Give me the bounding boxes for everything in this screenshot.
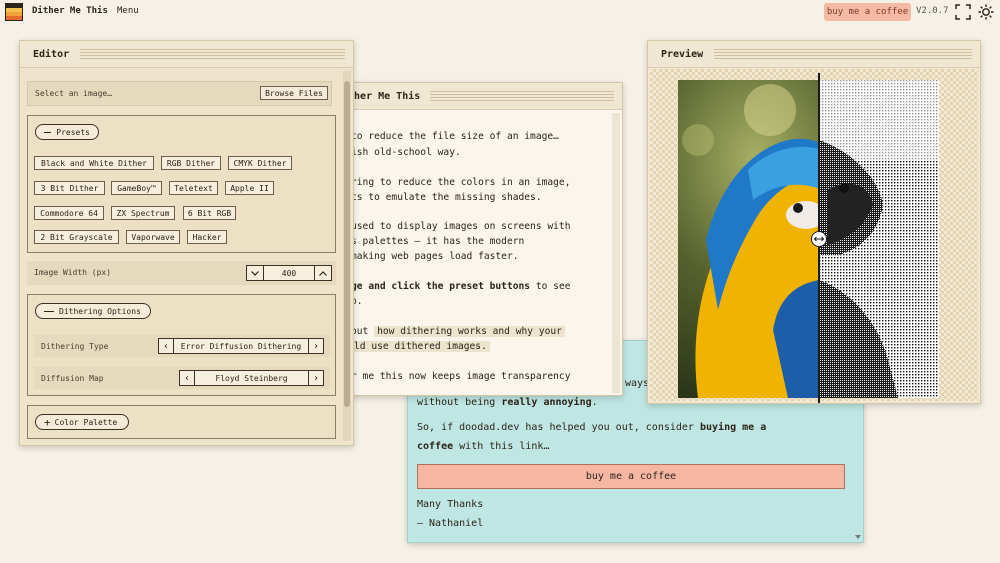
info-line: ge and click the preset buttons to see xyxy=(351,281,571,292)
width-increase-button[interactable] xyxy=(314,265,332,281)
chevron-up-icon xyxy=(319,270,327,276)
browse-files-button[interactable]: Browse Files xyxy=(260,86,328,100)
dithering-type-prev[interactable]: ‹ xyxy=(158,338,174,354)
dithering-type-row: Dithering Type ‹ Error Diffusion Ditheri… xyxy=(34,335,330,357)
editor-window-titlebar[interactable]: Editor xyxy=(20,41,353,68)
image-width-row: Image Width (px) 400 xyxy=(27,261,336,285)
color-palette-toggle[interactable]: + Color Palette xyxy=(35,414,129,430)
preset-button[interactable]: 3 Bit Dither xyxy=(34,181,105,195)
chevron-right-icon: › xyxy=(312,372,320,384)
preset-button[interactable]: Hacker xyxy=(187,230,227,244)
presets-toggle[interactable]: Presets xyxy=(35,124,99,140)
info-line: s palettes — it has the modern xyxy=(351,236,525,247)
donate-line4: coffee with this link… xyxy=(417,441,550,452)
diffusion-map-prev[interactable]: ‹ xyxy=(179,370,195,386)
preset-button[interactable]: Teletext xyxy=(169,181,218,195)
info-line: r me this now keeps image transparency xyxy=(351,371,571,382)
about-window: ither Me This to reduce the file size of… xyxy=(331,82,623,396)
info-line: to reduce the file size of an image… xyxy=(351,131,559,142)
preview-image xyxy=(678,80,939,398)
donate-line3: So, if doodad.dev has helped you out, co… xyxy=(417,422,767,433)
info-line: making web pages load faster. xyxy=(351,251,519,262)
dithering-type-label: Dithering Type xyxy=(41,342,109,351)
app-title: Dither Me This xyxy=(32,6,108,16)
sun-icon[interactable] xyxy=(978,4,994,20)
image-width-label: Image Width (px) xyxy=(34,268,112,277)
preset-button[interactable]: ZX Spectrum xyxy=(111,206,175,220)
editor-scrollbar[interactable] xyxy=(343,71,351,441)
chevron-left-icon: ‹ xyxy=(183,372,191,384)
dithering-type-next[interactable]: › xyxy=(308,338,324,354)
editor-title: Editor xyxy=(33,49,76,60)
preset-button[interactable]: 2 Bit Grayscale xyxy=(34,230,119,244)
donate-line1-tail: ways xyxy=(625,378,650,389)
buy-coffee-button[interactable]: buy me a coffee xyxy=(824,3,911,21)
info-line: ish old-school way. xyxy=(351,147,461,158)
app-logo-icon[interactable] xyxy=(5,3,23,21)
donate-coffee-button[interactable]: buy me a coffee xyxy=(417,464,845,489)
preview-window-titlebar[interactable]: Preview xyxy=(648,41,980,68)
double-arrow-icon xyxy=(814,236,824,242)
chevron-down-icon xyxy=(251,270,259,276)
top-bar: Dither Me This Menu buy me a coffee V2.0… xyxy=(0,0,1000,24)
presets-group: Presets Black and White Dither RGB Dithe… xyxy=(27,115,336,253)
about-window-title: ither Me This xyxy=(342,91,427,102)
preset-button[interactable]: RGB Dither xyxy=(161,156,221,170)
info-line: ring to reduce the colors in an image, xyxy=(351,177,571,188)
fullscreen-icon[interactable] xyxy=(955,4,971,20)
info-line: out how dithering works and why your xyxy=(351,324,565,340)
chevron-left-icon: ‹ xyxy=(162,340,170,352)
version-label: V2.0.7 xyxy=(916,6,949,16)
preview-window: Preview xyxy=(647,40,981,404)
diffusion-map-label: Diffusion Map xyxy=(41,374,104,383)
donate-line2: without being really annoying. xyxy=(417,397,598,408)
collapse-icon xyxy=(44,310,54,312)
preset-button[interactable]: Vaporwave xyxy=(126,230,180,244)
preset-buttons-link[interactable]: preset buttons xyxy=(449,281,530,292)
image-width-input[interactable]: 400 xyxy=(263,265,315,281)
how-dithering-works-link[interactable]: how dithering works and why your xyxy=(374,326,565,337)
preset-button[interactable]: Apple II xyxy=(225,181,274,195)
about-scrollbar[interactable] xyxy=(612,113,620,393)
diffusion-map-next[interactable]: › xyxy=(308,370,324,386)
dithered-images-link[interactable]: ld use dithered images. xyxy=(351,341,490,352)
donate-signature: — Nathaniel xyxy=(417,518,484,529)
compare-slider-handle[interactable] xyxy=(811,231,827,247)
menu-link[interactable]: Menu xyxy=(117,6,139,16)
editor-window: Editor Select an image… Browse Files Pre… xyxy=(19,40,354,446)
diffusion-map-select[interactable]: Floyd Steinberg xyxy=(194,370,309,386)
dithering-type-select[interactable]: Error Diffusion Dithering xyxy=(173,338,309,354)
info-line: ld use dithered images. xyxy=(351,339,490,355)
preset-button[interactable]: Black and White Dither xyxy=(34,156,154,170)
plus-icon: + xyxy=(44,415,51,429)
width-decrease-button[interactable] xyxy=(246,265,264,281)
collapse-icon xyxy=(44,131,52,133)
color-palette-group: + Color Palette xyxy=(27,405,336,439)
diffusion-map-row: Diffusion Map ‹ Floyd Steinberg › xyxy=(34,367,330,389)
dithering-options-group: Dithering Options Dithering Type ‹ Error… xyxy=(27,294,336,396)
preset-button[interactable]: Commodore 64 xyxy=(34,206,104,220)
chevron-right-icon: › xyxy=(312,340,320,352)
select-image-row: Select an image… Browse Files xyxy=(27,81,332,106)
scroll-down-arrow-icon[interactable] xyxy=(855,534,861,540)
editor-scrollbar-thumb[interactable] xyxy=(344,81,350,407)
preview-title: Preview xyxy=(661,49,710,60)
info-line: ts to emulate the missing shades. xyxy=(351,192,542,203)
about-window-titlebar[interactable]: ither Me This xyxy=(332,83,622,110)
select-image-label: Select an image… xyxy=(35,89,113,98)
preset-button[interactable]: 6 Bit RGB xyxy=(183,206,236,220)
dithering-options-toggle[interactable]: Dithering Options xyxy=(35,303,151,319)
preset-button[interactable]: GameBoy™ xyxy=(111,181,162,195)
donate-thanks: Many Thanks xyxy=(417,499,484,510)
info-line: used to display images on screens with xyxy=(351,221,571,232)
preset-button[interactable]: CMYK Dither xyxy=(228,156,292,170)
